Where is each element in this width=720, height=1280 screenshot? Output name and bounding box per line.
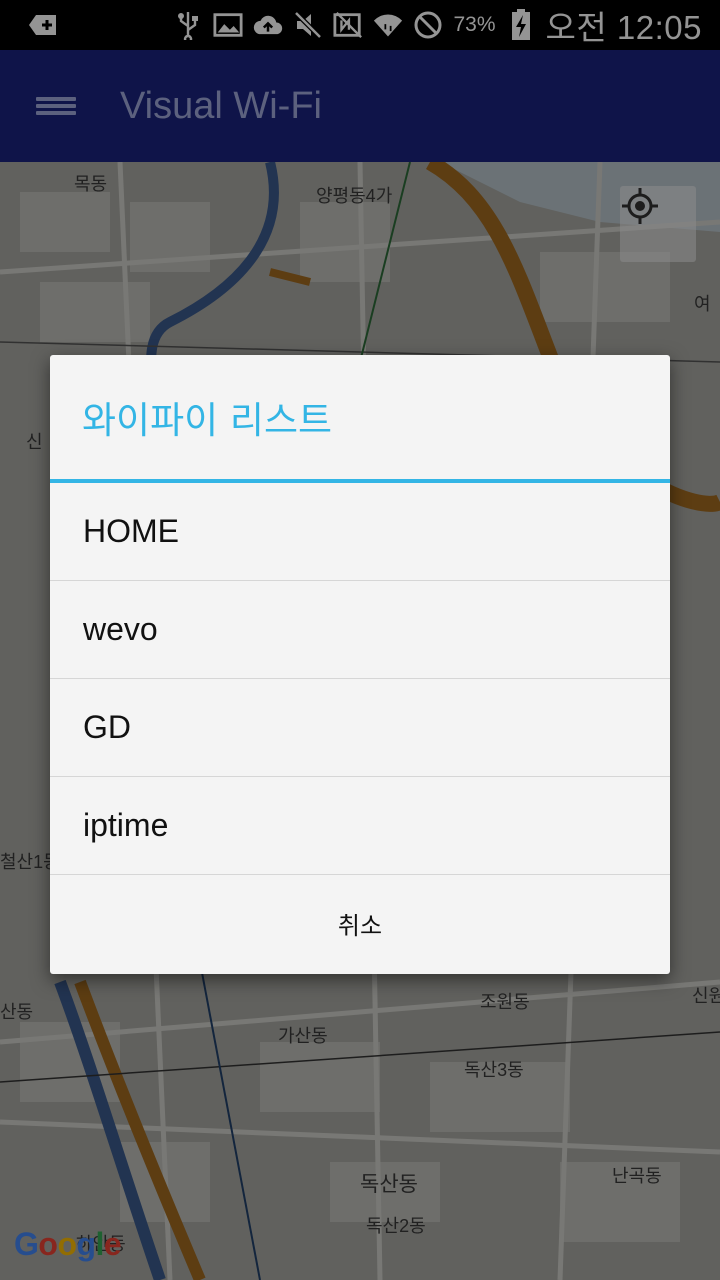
dialog-title: 와이파이 리스트 <box>50 355 670 483</box>
cancel-button[interactable]: 취소 <box>50 875 670 971</box>
wifi-list-item[interactable]: wevo <box>50 581 670 679</box>
wifi-list-item[interactable]: iptime <box>50 777 670 875</box>
wifi-list-item[interactable]: GD <box>50 679 670 777</box>
wifi-list-item[interactable]: HOME <box>50 483 670 581</box>
wifi-list-dialog: 와이파이 리스트 HOME wevo GD iptime 취소 <box>50 355 670 974</box>
